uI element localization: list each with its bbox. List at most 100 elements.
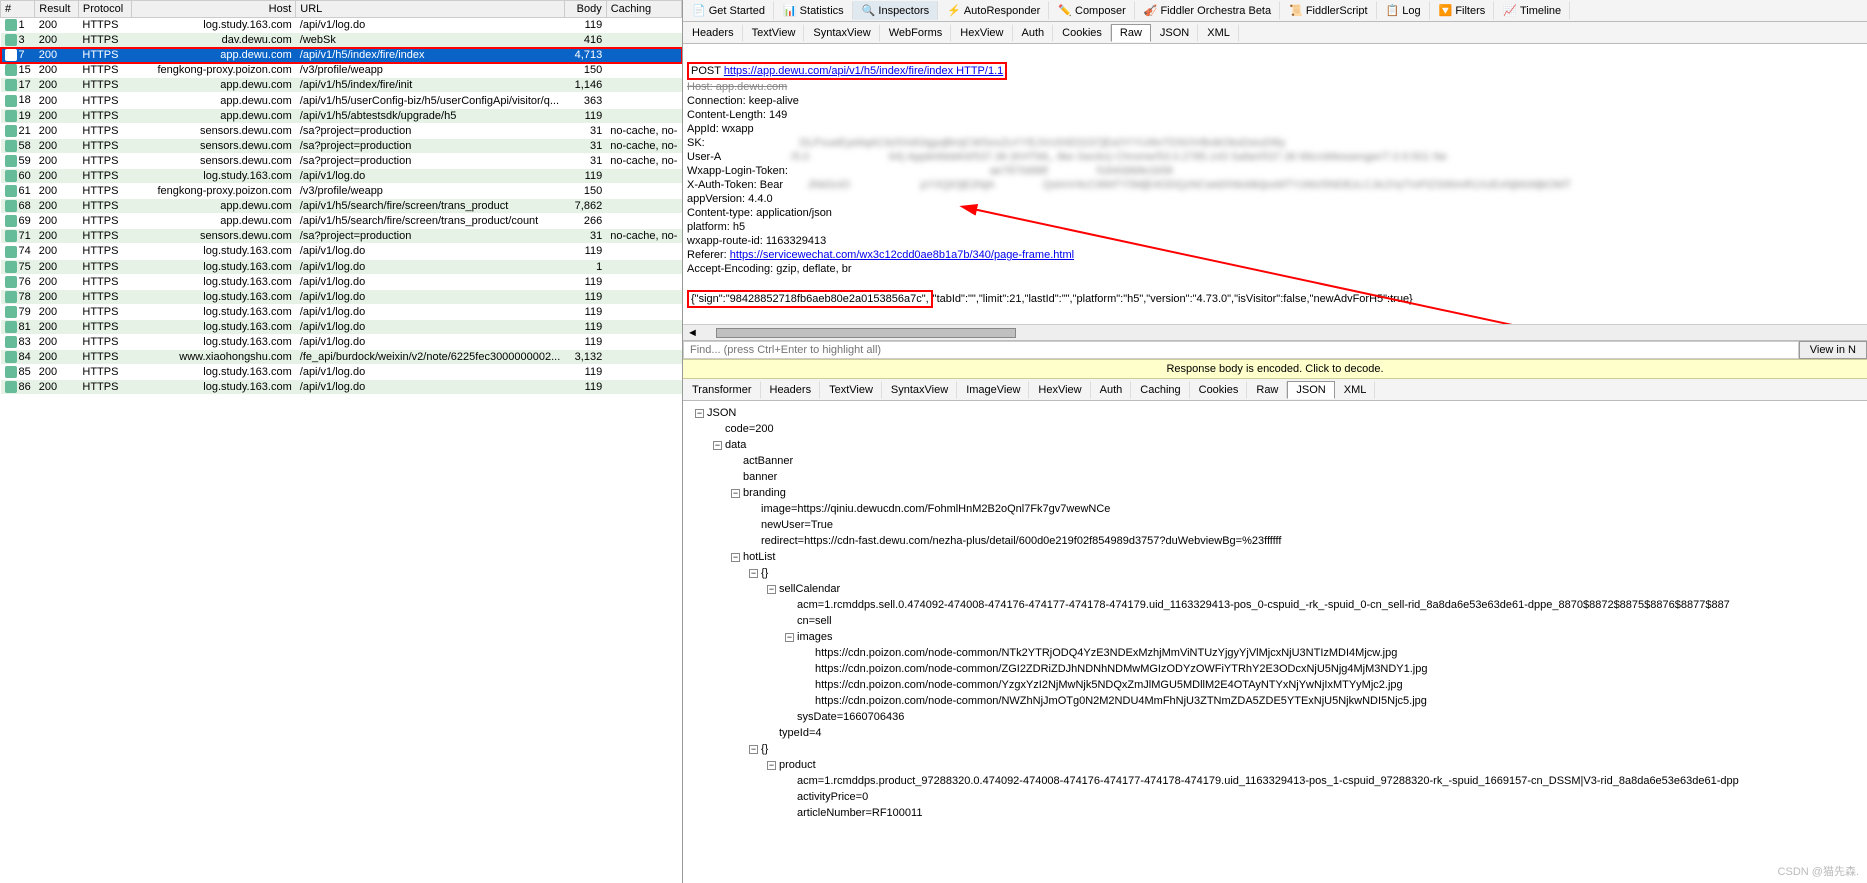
col-result[interactable]: Result	[35, 1, 79, 18]
raw-url-link[interactable]: https://app.dewu.com/api/v1/h5/index/fir…	[724, 65, 1003, 77]
tree-node[interactable]: image=https://qiniu.dewucdn.com/FohmlHnM…	[687, 501, 1863, 517]
tree-node[interactable]: https://cdn.poizon.com/node-common/NTk2Y…	[687, 645, 1863, 661]
tree-node[interactable]: −hotList	[687, 549, 1863, 565]
resp-tab-syntaxview[interactable]: SyntaxView	[882, 381, 957, 399]
tree-toggle-icon[interactable]: −	[767, 585, 776, 594]
session-row[interactable]: 21200HTTPSsensors.dewu.com/sa?project=pr…	[1, 123, 682, 138]
session-row[interactable]: 59200HTTPSsensors.dewu.com/sa?project=pr…	[1, 153, 682, 168]
req-tab-hexview[interactable]: HexView	[951, 24, 1012, 42]
tree-node[interactable]: redirect=https://cdn-fast.dewu.com/nezha…	[687, 533, 1863, 549]
raw-hscroll[interactable]: ◄	[683, 324, 1867, 340]
toolbar-autoresponder[interactable]: ⚡AutoResponder	[938, 1, 1049, 20]
toolbar-statistics[interactable]: 📊Statistics	[774, 1, 853, 20]
session-row[interactable]: 1200HTTPSlog.study.163.com/api/v1/log.do…	[1, 18, 682, 33]
resp-tab-caching[interactable]: Caching	[1131, 381, 1189, 399]
session-row[interactable]: 76200HTTPSlog.study.163.com/api/v1/log.d…	[1, 274, 682, 289]
tree-node[interactable]: acm=1.rcmddps.product_97288320.0.474092-…	[687, 773, 1863, 789]
tree-node[interactable]: articleNumber=RF100011	[687, 805, 1863, 821]
req-tab-webforms[interactable]: WebForms	[880, 24, 952, 42]
session-row[interactable]: 85200HTTPSlog.study.163.com/api/v1/log.d…	[1, 365, 682, 380]
toolbar-get-started[interactable]: 📄Get Started	[683, 1, 774, 20]
req-tab-auth[interactable]: Auth	[1013, 24, 1054, 42]
session-row[interactable]: 18200HTTPSapp.dewu.com/api/v1/h5/userCon…	[1, 93, 682, 108]
decode-banner[interactable]: Response body is encoded. Click to decod…	[683, 359, 1867, 379]
resp-tab-headers[interactable]: Headers	[761, 381, 821, 399]
tree-node[interactable]: typeId=4	[687, 725, 1863, 741]
tree-node[interactable]: https://cdn.poizon.com/node-common/ZGI2Z…	[687, 661, 1863, 677]
session-row[interactable]: 15200HTTPSfengkong-proxy.poizon.com/v3/p…	[1, 63, 682, 78]
req-tab-textview[interactable]: TextView	[743, 24, 805, 42]
session-row[interactable]: 17200HTTPSapp.dewu.com/api/v1/h5/index/f…	[1, 78, 682, 93]
tree-node[interactable]: sysDate=1660706436	[687, 709, 1863, 725]
tree-node[interactable]: −data	[687, 437, 1863, 453]
session-row[interactable]: 83200HTTPSlog.study.163.com/api/v1/log.d…	[1, 334, 682, 349]
session-row[interactable]: 19200HTTPSapp.dewu.com/api/v1/h5/abtests…	[1, 108, 682, 123]
session-row[interactable]: 58200HTTPSsensors.dewu.com/sa?project=pr…	[1, 138, 682, 153]
toolbar-inspectors[interactable]: 🔍Inspectors	[853, 1, 938, 20]
resp-tab-transformer[interactable]: Transformer	[683, 381, 761, 399]
tree-node[interactable]: −branding	[687, 485, 1863, 501]
session-row[interactable]: 79200HTTPSlog.study.163.com/api/v1/log.d…	[1, 304, 682, 319]
resp-tab-auth[interactable]: Auth	[1091, 381, 1132, 399]
tree-node[interactable]: activityPrice=0	[687, 789, 1863, 805]
session-row[interactable]: 3200HTTPSdav.dewu.com/webSk416	[1, 33, 682, 48]
tree-node[interactable]: −product	[687, 757, 1863, 773]
session-row[interactable]: 7200HTTPSapp.dewu.com/api/v1/h5/index/fi…	[1, 48, 682, 63]
tree-toggle-icon[interactable]: −	[713, 441, 722, 450]
tree-node[interactable]: cn=sell	[687, 613, 1863, 629]
session-row[interactable]: 81200HTTPSlog.study.163.com/api/v1/log.d…	[1, 319, 682, 334]
session-row[interactable]: 86200HTTPSlog.study.163.com/api/v1/log.d…	[1, 380, 682, 395]
req-tab-syntaxview[interactable]: SyntaxView	[804, 24, 879, 42]
col-url[interactable]: URL	[296, 1, 565, 18]
tree-node[interactable]: banner	[687, 469, 1863, 485]
session-row[interactable]: 61200HTTPSfengkong-proxy.poizon.com/v3/p…	[1, 184, 682, 199]
tree-node[interactable]: acm=1.rcmddps.sell.0.474092-474008-47417…	[687, 597, 1863, 613]
session-row[interactable]: 78200HTTPSlog.study.163.com/api/v1/log.d…	[1, 289, 682, 304]
toolbar-fiddler-orchestra-beta[interactable]: 🎻Fiddler Orchestra Beta	[1135, 1, 1280, 20]
req-tab-json[interactable]: JSON	[1151, 24, 1198, 42]
session-row[interactable]: 60200HTTPSlog.study.163.com/api/v1/log.d…	[1, 168, 682, 183]
toolbar-fiddlerscript[interactable]: 📜FiddlerScript	[1280, 1, 1376, 20]
response-json-tree[interactable]: −JSONcode=200−dataactBannerbanner−brandi…	[683, 401, 1867, 883]
col-host[interactable]: Host	[132, 1, 296, 18]
tree-node[interactable]: −{}	[687, 741, 1863, 757]
find-input[interactable]	[683, 341, 1799, 359]
resp-tab-imageview[interactable]: ImageView	[957, 381, 1029, 399]
tree-node[interactable]: actBanner	[687, 453, 1863, 469]
tree-node[interactable]: −sellCalendar	[687, 581, 1863, 597]
col-body[interactable]: Body	[564, 1, 606, 18]
view-in-notepad-button[interactable]: View in N	[1799, 341, 1867, 359]
tree-node[interactable]: https://cdn.poizon.com/node-common/NWZhN…	[687, 693, 1863, 709]
session-row[interactable]: 69200HTTPSapp.dewu.com/api/v1/h5/search/…	[1, 214, 682, 229]
tree-node[interactable]: −JSON	[687, 405, 1863, 421]
tree-toggle-icon[interactable]: −	[731, 553, 740, 562]
toolbar-composer[interactable]: ✏️Composer	[1049, 1, 1134, 20]
col-protocol[interactable]: Protocol	[78, 1, 131, 18]
request-raw-view[interactable]: POST https://app.dewu.com/api/v1/h5/inde…	[683, 44, 1867, 324]
raw-referer-link[interactable]: https://servicewechat.com/wx3c12cdd0ae8b…	[730, 249, 1074, 261]
tree-node[interactable]: −{}	[687, 565, 1863, 581]
session-row[interactable]: 71200HTTPSsensors.dewu.com/sa?project=pr…	[1, 229, 682, 244]
req-tab-cookies[interactable]: Cookies	[1053, 24, 1111, 42]
resp-tab-xml[interactable]: XML	[1335, 381, 1376, 399]
session-row[interactable]: 68200HTTPSapp.dewu.com/api/v1/h5/search/…	[1, 199, 682, 214]
session-row[interactable]: 84200HTTPSwww.xiaohongshu.com/fe_api/bur…	[1, 350, 682, 365]
tree-toggle-icon[interactable]: −	[767, 761, 776, 770]
col-num[interactable]: #	[1, 1, 35, 18]
tree-node[interactable]: https://cdn.poizon.com/node-common/YzgxY…	[687, 677, 1863, 693]
resp-tab-json[interactable]: JSON	[1287, 381, 1334, 399]
tree-toggle-icon[interactable]: −	[785, 633, 794, 642]
session-list-panel[interactable]: # Result Protocol Host URL Body Caching …	[0, 0, 683, 883]
req-tab-xml[interactable]: XML	[1198, 24, 1239, 42]
resp-tab-hexview[interactable]: HexView	[1029, 381, 1090, 399]
resp-tab-cookies[interactable]: Cookies	[1190, 381, 1248, 399]
session-row[interactable]: 74200HTTPSlog.study.163.com/api/v1/log.d…	[1, 244, 682, 259]
toolbar-log[interactable]: 📋Log	[1377, 1, 1430, 20]
tree-toggle-icon[interactable]: −	[695, 409, 704, 418]
req-tab-raw[interactable]: Raw	[1111, 24, 1151, 42]
col-caching[interactable]: Caching	[606, 1, 681, 18]
tree-toggle-icon[interactable]: −	[749, 745, 758, 754]
toolbar-filters[interactable]: 🔽Filters	[1430, 1, 1495, 20]
resp-tab-raw[interactable]: Raw	[1247, 381, 1287, 399]
session-row[interactable]: 75200HTTPSlog.study.163.com/api/v1/log.d…	[1, 259, 682, 274]
